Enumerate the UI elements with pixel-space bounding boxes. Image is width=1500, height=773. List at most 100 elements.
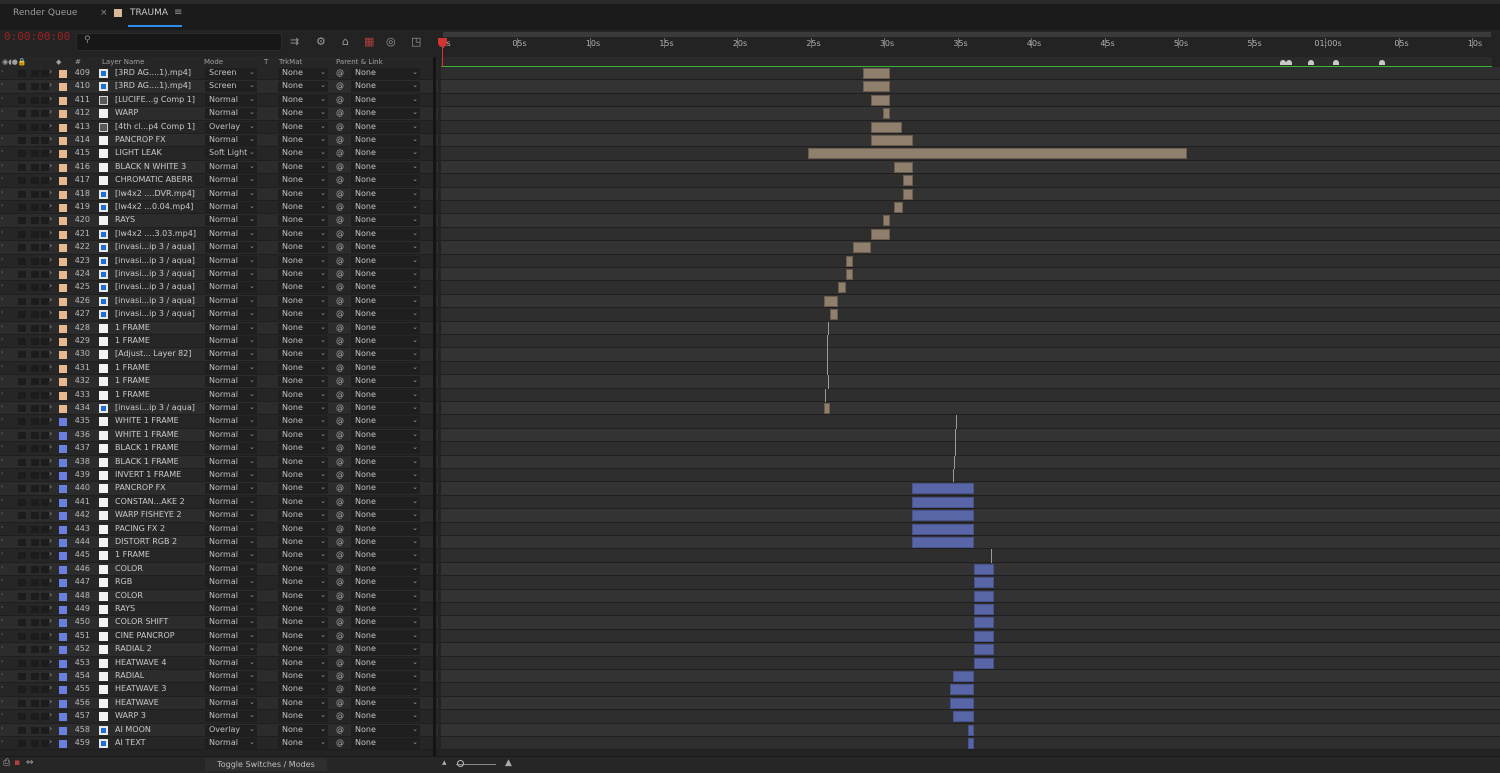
expand-chevron-icon[interactable]: › (49, 295, 52, 304)
blend-mode-dropdown[interactable]: Normal ⌄ (205, 349, 257, 361)
expand-chevron-icon[interactable]: › (49, 442, 52, 451)
layer-duration-bar[interactable] (863, 68, 890, 79)
layer-row[interactable]: › › 414 PANCROP FX Normal ⌄ None ⌄ @ None ⌄ (0, 134, 438, 148)
blend-mode-dropdown[interactable]: Normal ⌄ (205, 135, 257, 146)
expand-chevron-icon[interactable]: › (49, 616, 52, 625)
parent-dropdown[interactable]: None ⌄ (351, 684, 420, 696)
expand-chevron-icon[interactable]: › (49, 737, 52, 746)
visibility-eye-icon[interactable]: › (1, 658, 3, 665)
switch-checkbox[interactable] (41, 284, 49, 292)
layer-name[interactable]: [invasi...ip 3 / aqua] (115, 296, 201, 305)
pick-whip-icon[interactable]: @ (336, 202, 344, 211)
blend-mode-dropdown[interactable]: Overlay ⌄ (205, 121, 257, 133)
track-matte-dropdown[interactable]: None ⌄ (278, 228, 328, 240)
visibility-eye-icon[interactable]: › (1, 537, 3, 544)
header-mode[interactable]: Mode (204, 58, 223, 66)
track-matte-dropdown[interactable]: None ⌄ (278, 496, 328, 508)
switch-checkbox[interactable] (41, 579, 49, 587)
label-color-swatch[interactable] (59, 498, 67, 507)
header-t[interactable]: T (264, 58, 268, 66)
layer-name[interactable]: [Adjust... Layer 82] (115, 349, 201, 358)
composition-marker[interactable] (1378, 60, 1385, 65)
label-color-swatch[interactable] (59, 552, 67, 561)
layer-duration-bar[interactable] (991, 549, 993, 563)
pick-whip-icon[interactable]: @ (336, 390, 344, 399)
pick-whip-icon[interactable]: @ (336, 95, 344, 104)
layer-name[interactable]: COLOR SHIFT (115, 617, 201, 626)
switch-checkbox[interactable] (18, 646, 26, 654)
layer-name[interactable]: [4th cl...p4 Comp 1] (115, 122, 201, 131)
pick-whip-icon[interactable]: @ (336, 631, 344, 640)
layer-duration-bar[interactable] (911, 483, 974, 495)
layer-duration-bar[interactable] (956, 415, 958, 429)
layer-name[interactable]: [lw4x2 ...0.04.mp4] (115, 202, 201, 211)
layer-duration-bar[interactable] (807, 148, 1187, 160)
pick-whip-icon[interactable]: @ (336, 81, 344, 90)
switch-checkbox[interactable] (31, 324, 39, 332)
layer-duration-bar[interactable] (973, 577, 995, 589)
composition-marker[interactable] (1333, 60, 1340, 65)
track-matte-dropdown[interactable]: None ⌄ (278, 711, 328, 723)
parent-dropdown[interactable]: None ⌄ (351, 671, 420, 682)
pick-whip-icon[interactable]: @ (336, 457, 344, 466)
time-navigator[interactable] (443, 32, 1491, 37)
layer-row[interactable]: › › 447 RGB Normal ⌄ None ⌄ @ None ⌄ (0, 576, 438, 590)
layer-duration-bar[interactable] (863, 81, 890, 93)
label-color-swatch[interactable] (59, 257, 67, 266)
blend-mode-dropdown[interactable]: Normal ⌄ (205, 563, 257, 575)
visibility-eye-icon[interactable]: › (1, 416, 3, 423)
switch-checkbox[interactable] (31, 431, 39, 439)
layer-duration-bar[interactable] (950, 684, 974, 696)
blend-mode-dropdown[interactable]: Normal ⌄ (205, 577, 257, 589)
switch-checkbox[interactable] (31, 686, 39, 694)
switch-checkbox[interactable] (18, 485, 26, 493)
pick-whip-icon[interactable]: @ (336, 108, 344, 117)
switch-checkbox[interactable] (18, 257, 26, 265)
switch-checkbox[interactable] (31, 726, 39, 734)
switch-checkbox[interactable] (18, 150, 26, 158)
switch-checkbox[interactable] (31, 565, 39, 573)
switch-checkbox[interactable] (41, 525, 49, 533)
label-color-swatch[interactable] (59, 204, 67, 212)
visibility-eye-icon[interactable]: › (1, 564, 3, 571)
label-color-swatch[interactable] (59, 458, 67, 467)
track-matte-dropdown[interactable]: None ⌄ (278, 429, 328, 441)
switch-checkbox[interactable] (31, 378, 39, 386)
visibility-eye-icon[interactable]: › (1, 524, 3, 531)
switch-checkbox[interactable] (41, 351, 49, 359)
pick-whip-icon[interactable]: @ (336, 122, 344, 131)
layer-row[interactable]: › › 420 RAYS Normal ⌄ None ⌄ @ None ⌄ (0, 214, 438, 228)
switch-checkbox[interactable] (41, 123, 49, 131)
switch-checkbox[interactable] (41, 257, 49, 265)
layer-row[interactable]: › › 429 1 FRAME Normal ⌄ None ⌄ @ None ⌄ (0, 335, 438, 349)
layer-name[interactable]: [3RD AG....1).mp4] (115, 68, 201, 77)
blend-mode-dropdown[interactable]: Normal ⌄ (205, 188, 257, 200)
expand-chevron-icon[interactable]: › (49, 241, 52, 250)
track-matte-dropdown[interactable]: None ⌄ (278, 135, 328, 146)
switch-checkbox[interactable] (41, 713, 49, 721)
switch-checkbox[interactable] (41, 539, 49, 546)
switch-checkbox[interactable] (18, 405, 26, 412)
layer-row[interactable]: › › 428 1 FRAME Normal ⌄ None ⌄ @ None ⌄ (0, 321, 438, 335)
track-matte-dropdown[interactable]: None ⌄ (278, 537, 328, 548)
switch-checkbox[interactable] (31, 472, 39, 479)
switch-checkbox[interactable] (31, 110, 39, 118)
blend-mode-dropdown[interactable]: Normal ⌄ (205, 202, 257, 213)
layer-row[interactable]: › › 434 [invasi...ip 3 / aqua] Normal ⌄ None ⌄ @… (0, 402, 438, 416)
blend-mode-dropdown[interactable]: Normal ⌄ (205, 510, 257, 522)
visibility-eye-icon[interactable]: › (1, 684, 3, 691)
parent-dropdown[interactable]: None ⌄ (351, 657, 420, 669)
label-color-swatch[interactable] (59, 472, 67, 480)
parent-dropdown[interactable]: None ⌄ (351, 161, 420, 173)
visibility-eye-icon[interactable]: › (1, 443, 3, 450)
switch-checkbox[interactable] (41, 445, 49, 453)
visibility-eye-icon[interactable]: › (1, 108, 3, 115)
parent-dropdown[interactable]: None ⌄ (351, 630, 420, 642)
parent-dropdown[interactable]: None ⌄ (351, 416, 420, 428)
blend-mode-dropdown[interactable]: Normal ⌄ (205, 309, 257, 321)
layer-duration-bar[interactable] (903, 188, 914, 200)
layer-duration-bar[interactable] (828, 321, 830, 335)
switch-checkbox[interactable] (31, 230, 39, 238)
parent-dropdown[interactable]: None ⌄ (351, 403, 420, 414)
visibility-eye-icon[interactable]: › (1, 470, 3, 477)
